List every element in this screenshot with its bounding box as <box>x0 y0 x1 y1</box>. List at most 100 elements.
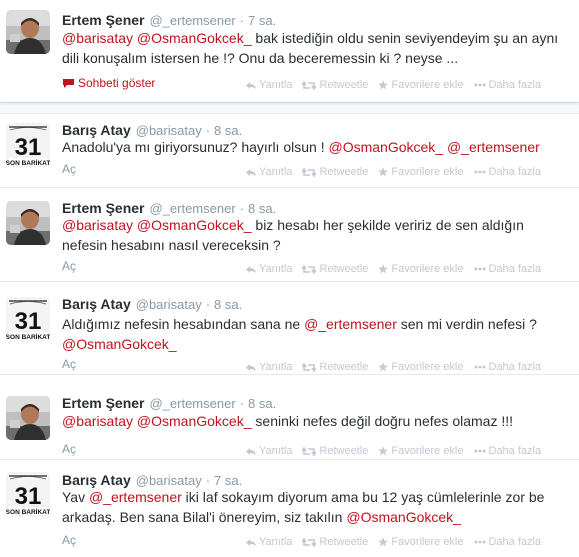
expand-link[interactable]: Aç <box>62 357 76 371</box>
more-button[interactable]: Daha fazla <box>474 263 541 275</box>
author-handle[interactable]: @_ertemsener <box>149 396 235 411</box>
expand-link[interactable]: Aç <box>62 259 76 273</box>
tweet-actions: Yanıtla Retweetle Favorilere ekle Daha fazl… <box>246 361 551 373</box>
timestamp[interactable]: 8 sa. <box>214 297 242 312</box>
reply-button[interactable]: Yanıtla <box>246 361 292 373</box>
tweet-text-span: iki laf sokayım diyorum ama bu 12 yaş cü… <box>181 489 545 505</box>
more-button[interactable]: Daha fazla <box>474 79 541 91</box>
favorite-label: Favorilere ekle <box>391 536 464 548</box>
timestamp[interactable]: 8 sa. <box>214 123 242 138</box>
retweet-button[interactable]: Retweetle <box>302 536 368 548</box>
retweet-button[interactable]: Retweetle <box>302 445 368 457</box>
reply-button[interactable]: Yanıtla <box>246 263 292 275</box>
retweet-button[interactable]: Retweetle <box>302 79 368 91</box>
star-icon <box>378 80 389 90</box>
tweet[interactable]: Ertem Şener @_ertemsener · 8 sa. @barisatay … <box>0 187 579 281</box>
more-button[interactable]: Daha fazla <box>474 361 542 373</box>
timestamp[interactable]: 7 sa. <box>248 13 276 28</box>
retweet-icon <box>302 362 317 372</box>
author-handle[interactable]: @_ertemsener <box>149 201 235 216</box>
favorite-button[interactable]: Favorilere ekle <box>378 263 464 275</box>
tweet[interactable]: 31 SON BARİKAT Barış Atay @barisatay · 8 sa… <box>0 113 579 185</box>
tweet-text-span: sen mi verdin nefesi ? <box>396 316 537 332</box>
favorite-button[interactable]: Favorilere ekle <box>378 79 464 91</box>
baris-avatar[interactable]: 31 SON BARİKAT <box>6 297 50 341</box>
favorite-button[interactable]: Favorilere ekle <box>378 166 464 178</box>
retweet-label: Retweetle <box>319 361 369 373</box>
timestamp[interactable]: 8 sa. <box>248 396 276 411</box>
retweet-icon <box>302 537 317 547</box>
show-conversation-link[interactable]: Sohbeti göster <box>62 76 155 90</box>
author-name[interactable]: Ertem Şener <box>62 12 144 28</box>
reply-button[interactable]: Yanıtla <box>246 536 292 548</box>
mention-link[interactable]: @OsmanGokcek_ <box>137 30 252 46</box>
favorite-button[interactable]: Favorilere ekle <box>378 536 464 548</box>
more-button[interactable]: Daha fazla <box>474 166 541 178</box>
separator-dot: · <box>205 473 211 488</box>
favorite-button[interactable]: Favorilere ekle <box>378 361 464 373</box>
author-handle[interactable]: @_ertemsener <box>149 13 235 28</box>
reply-button[interactable]: Yanıtla <box>246 79 292 91</box>
author-name[interactable]: Ertem Şener <box>62 395 144 411</box>
author-name[interactable]: Barış Atay <box>62 122 131 138</box>
reply-icon <box>246 168 256 176</box>
author-name[interactable]: Barış Atay <box>62 472 131 488</box>
ertem-avatar[interactable] <box>6 10 50 54</box>
author-name[interactable]: Barış Atay <box>62 296 131 312</box>
tweet-text-line: @barisatay @OsmanGokcek_ bak istediğin o… <box>62 28 567 48</box>
expand-link[interactable]: Aç <box>62 162 76 176</box>
mention-link[interactable]: @barisatay <box>62 217 133 233</box>
reply-icon <box>246 265 256 273</box>
tweet-actions: Yanıtla Retweetle Favorilere ekle Daha fazl… <box>246 536 551 548</box>
retweet-label: Retweetle <box>319 263 369 275</box>
tweet[interactable]: Ertem Şener @_ertemsener · 8 sa. @barisatay … <box>0 374 579 459</box>
more-button[interactable]: Daha fazla <box>474 536 541 548</box>
favorite-label: Favorilere ekle <box>391 166 464 178</box>
mention-link[interactable]: @OsmanGokcek_ <box>137 217 252 233</box>
tweet-text-span: biz hesabı her şekilde veririz de sen al… <box>251 217 524 233</box>
retweet-label: Retweetle <box>319 79 369 91</box>
reply-label: Yanıtla <box>259 536 293 548</box>
mention-link[interactable]: @OsmanGokcek_ <box>328 139 443 155</box>
retweet-button[interactable]: Retweetle <box>302 166 368 178</box>
svg-text:SON BARİKAT: SON BARİKAT <box>6 159 50 167</box>
tweet-text-line: Anadolu'ya mı giriyorsunuz? hayırlı olsu… <box>62 137 567 157</box>
mention-link[interactable]: @_ertemsener <box>89 489 182 505</box>
more-button[interactable]: Daha fazla <box>474 445 541 457</box>
tweet[interactable]: 31 SON BARİKAT Barış Atay @barisatay · 7 sa… <box>0 459 579 557</box>
more-label: Daha fazla <box>488 361 542 373</box>
svg-text:SON BARİKAT: SON BARİKAT <box>6 508 50 516</box>
retweet-button[interactable]: Retweetle <box>302 263 368 275</box>
tweet-actions: Yanıtla Retweetle Favorilere ekle Daha fazl… <box>246 166 551 178</box>
tweet[interactable]: Ertem Şener @_ertemsener · 7 sa. @barisatay … <box>0 0 579 103</box>
expand-link[interactable]: Aç <box>62 442 76 456</box>
baris-avatar[interactable]: 31 SON BARİKAT <box>6 472 50 516</box>
mention-link[interactable]: @barisatay <box>62 413 133 429</box>
tweet-text-span: bak istediğin oldu senin seviyendeyim şu… <box>251 30 559 46</box>
star-icon <box>378 362 389 372</box>
mention-link[interactable]: @OsmanGokcek_ <box>137 413 252 429</box>
ertem-avatar[interactable] <box>6 396 50 440</box>
favorite-button[interactable]: Favorilere ekle <box>378 445 464 457</box>
ertem-avatar[interactable] <box>6 201 50 245</box>
author-handle[interactable]: @barisatay <box>136 473 202 488</box>
timestamp[interactable]: 7 sa. <box>214 473 242 488</box>
separator-dot: · <box>205 297 211 312</box>
reply-button[interactable]: Yanıtla <box>246 166 292 178</box>
author-name[interactable]: Ertem Şener <box>62 200 144 216</box>
reply-icon <box>246 363 256 371</box>
timestamp[interactable]: 8 sa. <box>248 201 276 216</box>
tweet[interactable]: 31 SON BARİKAT Barış Atay @barisatay · 8 sa… <box>0 281 579 374</box>
expand-link[interactable]: Aç <box>62 533 76 547</box>
mention-link[interactable]: @_ertemsener <box>304 316 397 332</box>
baris-avatar[interactable]: 31 SON BARİKAT <box>6 123 50 167</box>
mention-link[interactable]: @_ertemsener <box>447 139 540 155</box>
reply-button[interactable]: Yanıtla <box>246 445 292 457</box>
author-handle[interactable]: @barisatay <box>136 123 202 138</box>
author-handle[interactable]: @barisatay <box>136 297 202 312</box>
mention-link[interactable]: @OsmanGokcek_ <box>346 509 461 525</box>
mention-link[interactable]: @OsmanGokcek_ <box>62 336 177 352</box>
tweet-text: @barisatay @OsmanGokcek_ bak istediğin o… <box>62 28 567 68</box>
mention-link[interactable]: @barisatay <box>62 30 133 46</box>
retweet-button[interactable]: Retweetle <box>302 361 368 373</box>
